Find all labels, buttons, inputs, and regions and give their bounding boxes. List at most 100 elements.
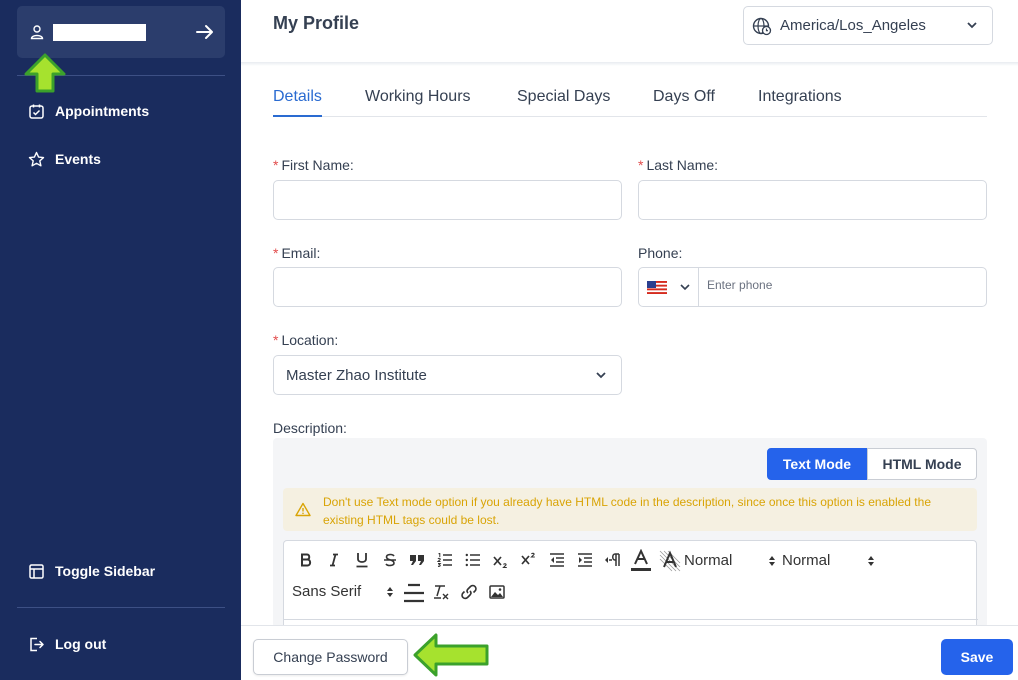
superscript-icon xyxy=(521,552,535,565)
bold-button[interactable] xyxy=(298,551,314,569)
heading-select-arrows[interactable] xyxy=(767,553,777,569)
strikethrough-icon xyxy=(384,553,396,567)
profile-tabs: Details Working Hours Special Days Days … xyxy=(273,86,987,117)
align-button[interactable] xyxy=(402,581,426,605)
font-select-arrows[interactable] xyxy=(385,584,395,600)
background-color-button[interactable] xyxy=(659,549,681,573)
bullet-list-button[interactable] xyxy=(464,551,482,569)
warning-text: Don't use Text mode option if you alread… xyxy=(323,495,931,527)
tab-details[interactable]: Details xyxy=(273,88,322,117)
rich-text-editor: Normal Normal Sans Serif xyxy=(283,540,978,628)
tab-working-hours[interactable]: Working Hours xyxy=(365,88,471,117)
location-select[interactable]: Master Zhao Institute xyxy=(273,355,622,395)
superscript-button[interactable] xyxy=(520,550,538,568)
phone-input[interactable] xyxy=(707,278,967,292)
blockquote-button[interactable] xyxy=(408,551,426,569)
tab-special-days[interactable]: Special Days xyxy=(517,88,610,117)
last-name-label-text: Last Name: xyxy=(646,157,719,173)
select-arrows-icon xyxy=(769,556,775,566)
globe-clock-icon xyxy=(752,17,772,35)
text-direction-icon xyxy=(605,553,620,566)
sidebar-toggle[interactable]: Toggle Sidebar xyxy=(28,560,155,582)
clear-format-icon xyxy=(434,585,449,600)
arrow-right-icon[interactable] xyxy=(195,23,215,41)
header-divider xyxy=(241,62,1018,66)
background-color-icon xyxy=(659,550,681,572)
logout-button[interactable]: Log out xyxy=(28,633,106,655)
subscript-icon xyxy=(493,556,507,569)
italic-icon xyxy=(330,553,338,567)
blockquote-icon xyxy=(410,555,424,565)
timezone-select[interactable]: America/Los_Angeles xyxy=(743,6,993,45)
first-name-label: * First Name: xyxy=(273,157,354,173)
image-button[interactable] xyxy=(488,583,506,601)
description-label: Description: xyxy=(273,420,347,436)
text-color-button[interactable] xyxy=(630,549,652,573)
text-color-icon xyxy=(631,549,651,571)
timezone-value: America/Los_Angeles xyxy=(780,17,926,34)
link-icon xyxy=(461,584,477,600)
chevron-down-icon xyxy=(596,372,606,379)
description-panel: Text Mode HTML Mode Don't use Text mode … xyxy=(273,438,987,628)
us-flag-icon xyxy=(647,281,667,294)
heading-select[interactable]: Normal xyxy=(684,552,732,569)
country-code-select[interactable] xyxy=(639,268,699,306)
logout-icon xyxy=(30,637,44,651)
tab-integrations[interactable]: Integrations xyxy=(758,88,842,117)
sidebar-item-appointments[interactable]: Appointments xyxy=(28,100,149,122)
align-icon xyxy=(404,583,424,603)
person-icon xyxy=(30,25,44,40)
annotation-arrow-left-icon xyxy=(413,633,489,677)
outdent-button[interactable] xyxy=(548,551,566,569)
email-input[interactable] xyxy=(273,267,622,307)
change-password-button[interactable]: Change Password xyxy=(253,639,408,675)
sidebar-toggle-label: Toggle Sidebar xyxy=(55,563,156,579)
font-select[interactable]: Sans Serif xyxy=(292,583,361,600)
link-button[interactable] xyxy=(460,583,478,601)
user-name-redacted xyxy=(53,24,146,41)
app-window: Appointments Events Toggle Sidebar Log o… xyxy=(0,0,1018,680)
location-label-text: Location: xyxy=(281,332,339,348)
required-mark: * xyxy=(273,245,279,261)
outdent-icon xyxy=(550,553,564,567)
clear-format-button[interactable] xyxy=(432,583,450,601)
save-button[interactable]: Save xyxy=(941,639,1013,675)
sidebar-item-label: Events xyxy=(55,151,101,167)
html-mode-button[interactable]: HTML Mode xyxy=(867,448,977,480)
warning-banner: Don't use Text mode option if you alread… xyxy=(283,488,977,531)
size-select[interactable]: Normal xyxy=(782,552,830,569)
last-name-input[interactable] xyxy=(638,180,987,220)
subscript-button[interactable] xyxy=(492,552,510,570)
warning-triangle-icon xyxy=(295,502,311,517)
sidebar-divider xyxy=(17,607,225,608)
required-mark: * xyxy=(638,157,644,173)
first-name-input[interactable] xyxy=(273,180,622,220)
strikethrough-button[interactable] xyxy=(382,551,398,569)
star-icon xyxy=(28,151,45,166)
ordered-list-button[interactable] xyxy=(436,551,454,569)
underline-button[interactable] xyxy=(354,551,370,569)
bullet-list-icon xyxy=(465,553,480,567)
user-card[interactable] xyxy=(17,6,225,58)
select-arrows-icon xyxy=(868,556,874,566)
phone-label: Phone: xyxy=(638,245,683,261)
chevron-down-icon xyxy=(967,22,977,29)
tab-days-off[interactable]: Days Off xyxy=(653,88,715,117)
page-title: My Profile xyxy=(273,13,360,33)
editor-toolbar-divider xyxy=(284,619,978,620)
required-mark: * xyxy=(273,157,279,173)
sidebar-item-events[interactable]: Events xyxy=(28,148,101,170)
location-value: Master Zhao Institute xyxy=(286,367,427,384)
size-select-arrows[interactable] xyxy=(866,553,876,569)
text-direction-button[interactable] xyxy=(604,551,622,569)
sidebar-layout-icon xyxy=(29,563,44,579)
italic-button[interactable] xyxy=(326,551,342,569)
indent-button[interactable] xyxy=(576,551,594,569)
email-label-text: Email: xyxy=(281,245,321,261)
email-label: * Email: xyxy=(273,245,320,261)
ordered-list-icon xyxy=(437,553,452,567)
required-mark: * xyxy=(273,332,279,348)
indent-icon xyxy=(578,553,592,567)
text-mode-button[interactable]: Text Mode xyxy=(767,448,867,480)
bold-icon xyxy=(301,553,312,567)
